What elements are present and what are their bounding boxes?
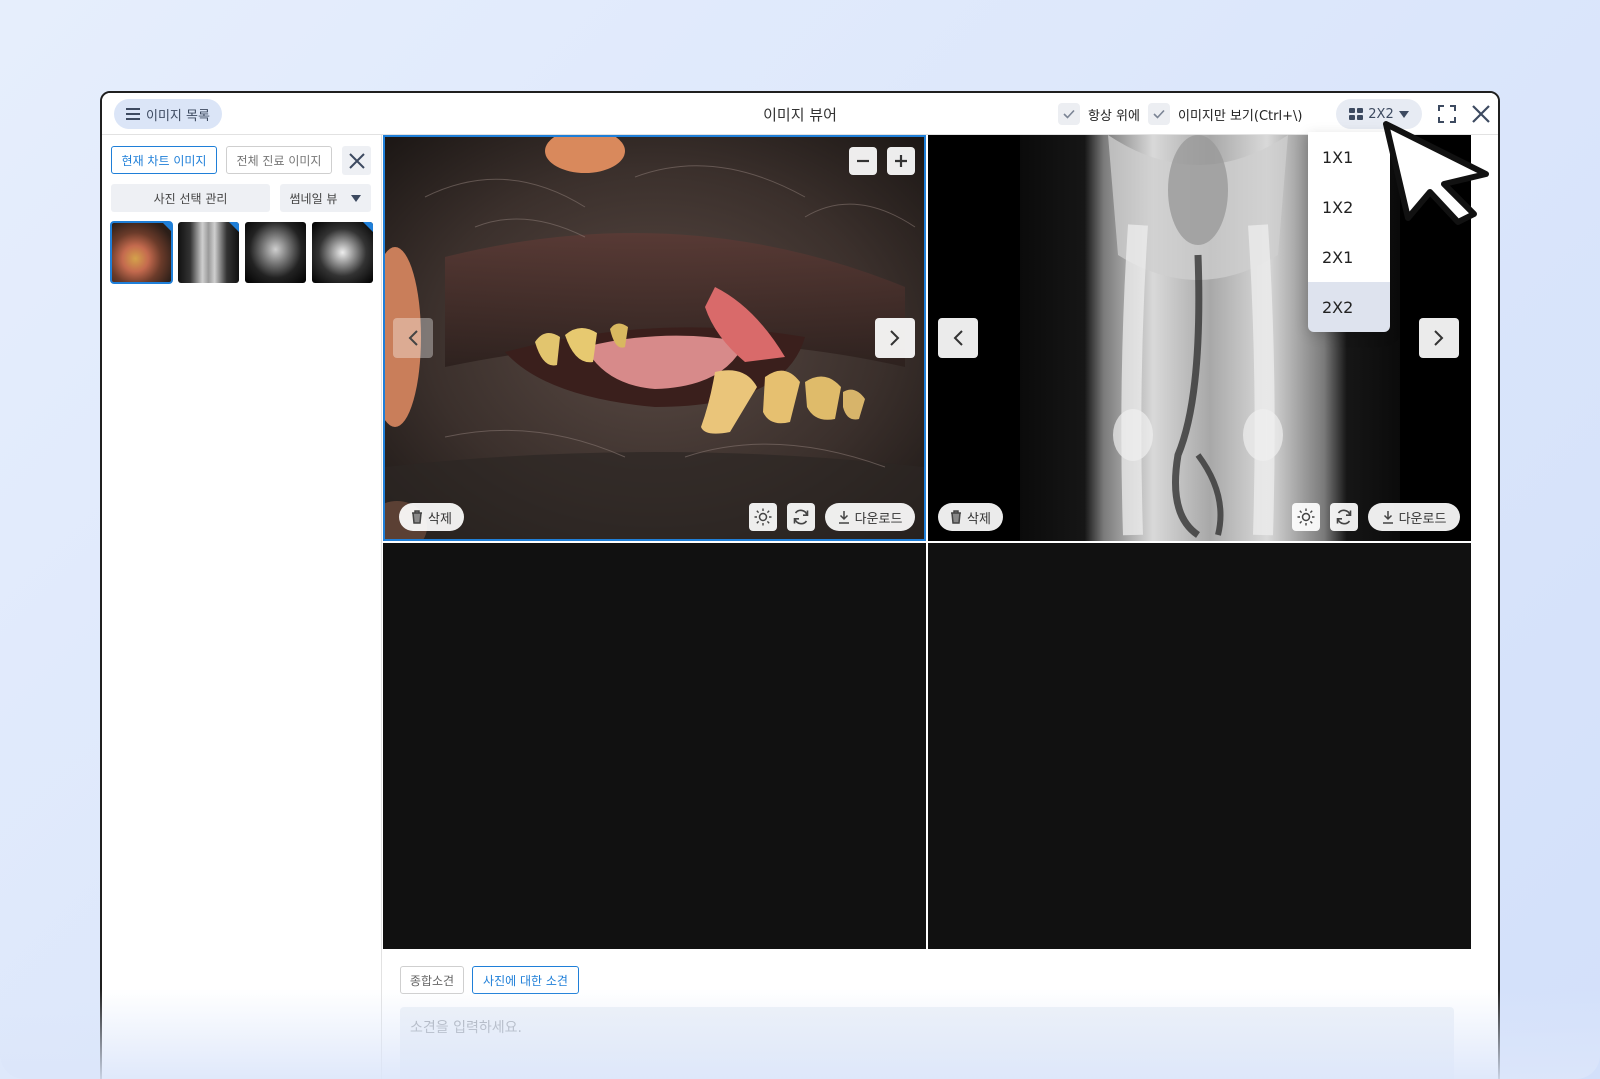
minus-icon [857,159,869,163]
image-only-toggle[interactable]: 이미지만 보기(Ctrl+\) [1148,101,1302,127]
caret-down-icon [351,194,362,202]
thumbnail-dental-photo[interactable] [110,221,173,284]
chevron-left-icon [408,330,418,346]
download-button[interactable]: 다운로드 [1368,503,1460,531]
dental-photo [385,137,924,539]
next-image-button[interactable] [875,318,915,358]
check-icon[interactable] [1058,103,1080,125]
layout-option-2x1[interactable]: 2X1 [1308,232,1390,282]
plus-icon [895,155,907,167]
rotate-button[interactable] [787,503,815,531]
prev-image-button[interactable] [393,318,433,358]
sun-icon [1297,508,1315,526]
tab-all-treatment-images[interactable]: 전체 진료 이미지 [226,146,332,174]
tab-current-chart-images[interactable]: 현재 차트 이미지 [111,146,217,174]
screen-frame: 이미지 목록 이미지 뷰어 항상 위에 이미지만 보기(Ctrl+\) 2X2 [0,0,1600,1079]
close-icon [348,152,365,169]
refresh-icon [1336,509,1352,525]
delete-button[interactable]: 삭제 [938,503,1003,531]
viewer-cell-1[interactable]: 삭제 다운로드 [383,135,926,541]
opinion-panel: 종합소견 사진에 대한 소견 [383,949,1498,1079]
download-icon [1382,511,1393,524]
sun-icon [754,508,772,526]
view-mode-select[interactable]: 썸네일 뷰 [280,184,371,212]
selected-corner-icon [363,222,373,232]
chevron-right-icon [1434,330,1444,346]
zoom-out-button[interactable] [849,147,877,175]
selected-corner-icon [162,222,172,232]
thumbnail-list [110,221,373,284]
thumbnail-spine-xray[interactable] [245,222,306,283]
delete-label: 삭제 [428,511,452,527]
image-viewer-window: 이미지 목록 이미지 뷰어 항상 위에 이미지만 보기(Ctrl+\) 2X2 [100,91,1500,1079]
refresh-icon [793,509,809,525]
caret-down-icon [1398,110,1409,118]
tab-overall-opinion[interactable]: 종합소견 [400,966,464,994]
thumbnail-pelvis-xray[interactable] [178,222,239,283]
trash-icon [951,510,961,524]
viewer-cell-4[interactable] [928,543,1471,949]
photo-select-manage-button[interactable]: 사진 선택 관리 [111,184,270,212]
brightness-button[interactable] [749,503,777,531]
chevron-right-icon [890,330,900,346]
layout-option-2x2[interactable]: 2X2 [1308,282,1390,332]
selected-corner-icon [229,222,239,232]
view-mode-label: 썸네일 뷰 [289,191,338,206]
zoom-in-button[interactable] [887,147,915,175]
image-only-label: 이미지만 보기(Ctrl+\) [1178,108,1303,124]
next-image-button[interactable] [1419,318,1459,358]
title-bar: 이미지 목록 이미지 뷰어 항상 위에 이미지만 보기(Ctrl+\) 2X2 [102,93,1498,135]
tab-photo-opinion[interactable]: 사진에 대한 소견 [472,966,579,994]
grid-icon [1349,108,1364,120]
thumbnail-skull-xray[interactable] [312,222,373,283]
brightness-button[interactable] [1292,503,1320,531]
trash-icon [412,510,422,524]
rotate-button[interactable] [1330,503,1358,531]
always-on-top-label: 항상 위에 [1088,108,1140,124]
always-on-top-toggle[interactable]: 항상 위에 [1058,101,1140,127]
download-label: 다운로드 [1398,511,1447,527]
prev-image-button[interactable] [938,318,978,358]
chevron-left-icon [953,330,963,346]
sidebar-close-button[interactable] [342,146,371,175]
image-sidebar: 현재 차트 이미지 전체 진료 이미지 사진 선택 관리 썸네일 뷰 [102,135,382,1079]
download-icon [838,511,849,524]
opinion-input[interactable] [400,1007,1454,1079]
delete-button[interactable]: 삭제 [399,503,464,531]
mouse-cursor-icon [1383,121,1489,225]
check-icon[interactable] [1148,103,1170,125]
viewer-cell-3[interactable] [383,543,926,949]
download-button[interactable]: 다운로드 [825,503,915,531]
delete-label: 삭제 [967,511,991,527]
download-label: 다운로드 [854,511,903,527]
